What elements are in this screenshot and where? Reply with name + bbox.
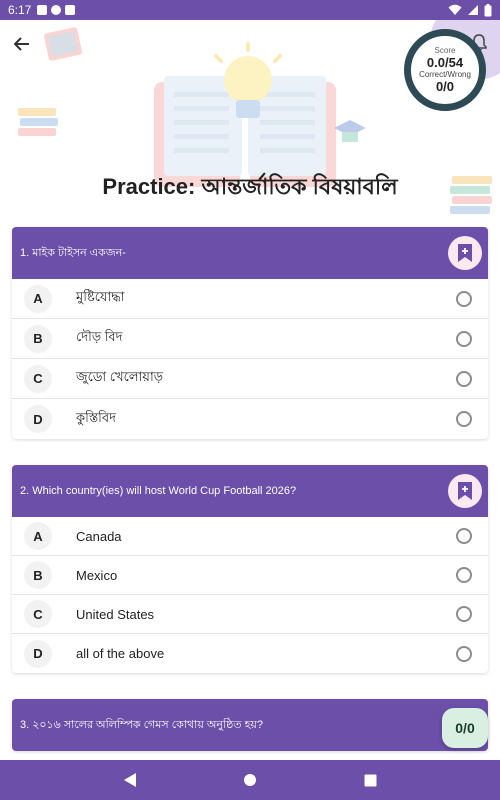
notification-icon xyxy=(37,5,48,15)
back-button[interactable] xyxy=(8,30,36,58)
radio-button[interactable] xyxy=(456,528,472,544)
question-card: 2. Which country(ies) will host World Cu… xyxy=(12,465,488,673)
option-letter: D xyxy=(24,405,52,433)
answered-counter-button[interactable]: 0/0 xyxy=(442,708,488,748)
correct-wrong-label: Correct/Wrong xyxy=(419,70,471,79)
option-text: United States xyxy=(76,606,155,622)
square-recents-icon xyxy=(364,774,376,786)
notification-icon xyxy=(51,5,62,15)
answer-option[interactable]: A Canada xyxy=(12,517,488,556)
score-value: 0.0/54 xyxy=(426,55,464,70)
option-letter: D xyxy=(24,639,52,668)
page-title: Practice: আন্তর্জাতিক বিষয়াবলি xyxy=(102,174,398,199)
radio-button[interactable] xyxy=(456,290,472,307)
bookmark-button[interactable] xyxy=(448,474,482,508)
bookmark-button[interactable] xyxy=(448,236,482,270)
option-text: Mexico xyxy=(76,567,118,583)
status-system-icons xyxy=(448,3,492,17)
wifi-icon xyxy=(448,4,462,15)
status-bar: 6:17 xyxy=(0,0,500,20)
circle-home-icon xyxy=(244,774,256,786)
score-ring: Score 0.0/54 Correct/Wrong 0/0 xyxy=(404,29,486,111)
nav-back-button[interactable] xyxy=(115,765,145,795)
triangle-back-icon xyxy=(124,773,136,787)
option-letter: A xyxy=(24,522,52,550)
signal-icon xyxy=(468,5,478,15)
status-time: 6:17 xyxy=(8,3,32,17)
answer-option[interactable]: B দৌড় বিদ xyxy=(12,319,488,359)
question-card: 1. মাইক টাইসন একজন- A মুষ্টিযোদ্ধা B দৌড… xyxy=(12,227,488,439)
option-letter: B xyxy=(24,324,52,353)
app-screen: 6:17 Score 0.0/54 Correct/Wrong 0/0 Prac… xyxy=(0,0,500,800)
question-header: 1. মাইক টাইসন একজন- xyxy=(12,227,488,279)
option-letter: B xyxy=(24,561,52,589)
option-text: কুস্তিবিদ xyxy=(76,409,116,425)
nav-recents-button[interactable] xyxy=(355,765,385,795)
answer-option[interactable]: C জুডো খেলোয়াড় xyxy=(12,359,488,399)
radio-button[interactable] xyxy=(456,567,472,583)
answer-option[interactable]: D কুস্তিবিদ xyxy=(12,399,488,439)
option-text: Canada xyxy=(76,528,122,544)
correct-wrong-value: 0/0 xyxy=(435,79,455,94)
graduation-cap-illustration xyxy=(334,120,366,142)
practice-header: Score 0.0/54 Correct/Wrong 0/0 Practice:… xyxy=(0,20,500,230)
question-list: 1. মাইক টাইসন একজন- A মুষ্টিযোদ্ধা B দৌড… xyxy=(12,227,488,777)
question-text: 2. Which country(ies) will host World Cu… xyxy=(20,485,297,497)
answer-option[interactable]: D all of the above xyxy=(12,634,488,673)
battery-icon xyxy=(484,3,492,16)
status-notification-icons xyxy=(37,5,76,15)
radio-button[interactable] xyxy=(456,645,472,662)
system-navigation-bar xyxy=(0,760,500,800)
option-text: দৌড় বিদ xyxy=(76,329,123,344)
bookmark-add-icon xyxy=(458,244,472,262)
question-header: 2. Which country(ies) will host World Cu… xyxy=(12,465,488,517)
option-text: মুষ্টিযোদ্ধা xyxy=(76,289,125,304)
bookmark-add-icon xyxy=(458,482,472,500)
option-text: জুডো খেলোয়াড় xyxy=(76,369,164,384)
radio-button[interactable] xyxy=(456,370,472,387)
sd-card-icon xyxy=(65,5,76,15)
option-letter: A xyxy=(24,284,52,313)
radio-button[interactable] xyxy=(456,606,472,622)
radio-button[interactable] xyxy=(456,411,472,427)
score-label: Score xyxy=(434,46,456,55)
option-text: all of the above xyxy=(76,646,165,661)
question-text: 3. ২০১৬ সালের অলিম্পিক গেমস কোথায় অনুষ্… xyxy=(20,718,263,731)
books-illustration xyxy=(44,27,82,61)
arrow-left-icon xyxy=(13,37,29,51)
books-stack-illustration xyxy=(18,108,58,136)
question-card: 3. ২০১৬ সালের অলিম্পিক গেমস কোথায় অনুষ্… xyxy=(12,699,488,751)
nav-home-button[interactable] xyxy=(235,765,265,795)
radio-button[interactable] xyxy=(456,330,472,347)
question-header: 3. ২০১৬ সালের অলিম্পিক গেমস কোথায় অনুষ্… xyxy=(12,699,488,751)
answer-option[interactable]: A মুষ্টিযোদ্ধা xyxy=(12,279,488,319)
answer-option[interactable]: B Mexico xyxy=(12,556,488,595)
option-letter: C xyxy=(24,600,52,628)
option-letter: C xyxy=(24,364,52,393)
question-text: 1. মাইক টাইসন একজন- xyxy=(20,246,126,259)
answer-option[interactable]: C United States xyxy=(12,595,488,634)
